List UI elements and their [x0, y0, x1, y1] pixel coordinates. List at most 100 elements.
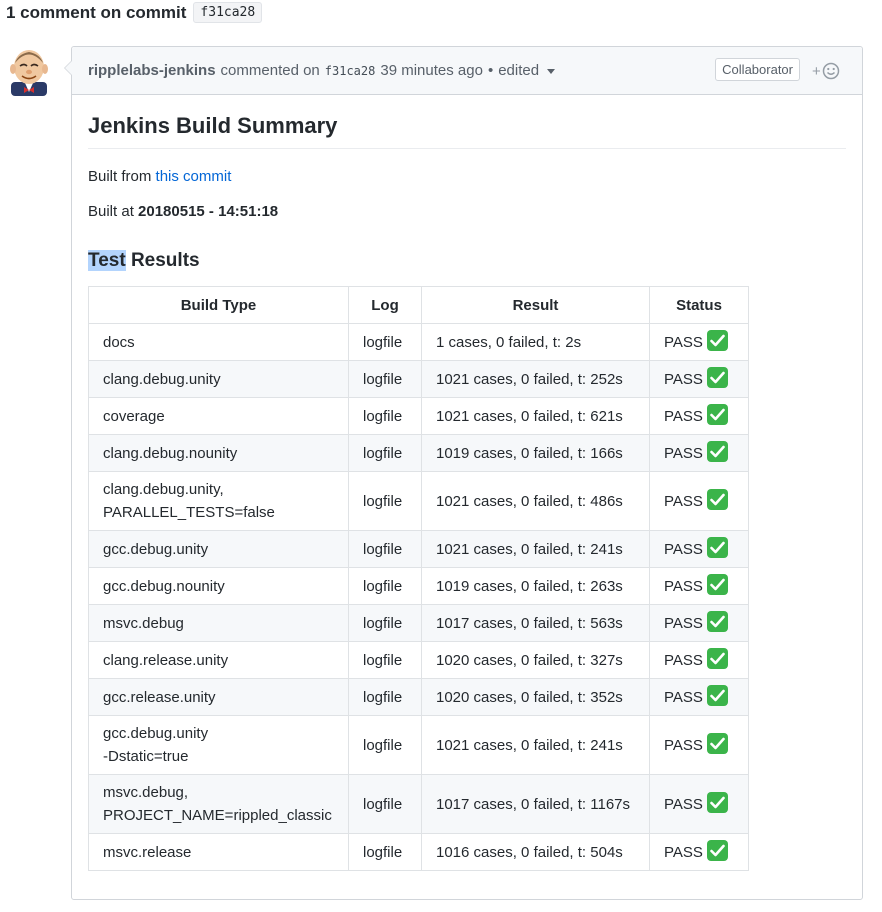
table-row: clang.debug.nounity logfile 1019 cases, 0 … — [88, 434, 749, 472]
built-at-value: 20180515 - 14:51:18 — [138, 203, 279, 220]
results-table: Build Type Log Result Status docs logfile… — [88, 286, 749, 871]
build-type-line: msvc.debug, — [103, 784, 189, 801]
comment-author-link[interactable]: ripplelabs-jenkins — [88, 62, 216, 79]
build-type-line: clang.release.unity — [103, 651, 229, 669]
comment-timestamp-link[interactable]: 39 minutes ago — [380, 62, 483, 79]
status-text: PASS — [664, 795, 703, 813]
page-heading: 1 comment on commit f31ca28 — [6, 2, 263, 23]
header-result: Result — [421, 286, 650, 324]
results-table-body: docs logfile 1 cases, 0 failed, t: 2s PASS c… — [88, 323, 749, 871]
build-type-line: gcc.debug.unity — [103, 540, 209, 558]
this-commit-link[interactable]: this commit — [156, 168, 232, 185]
comment-commit-sha-link[interactable]: f31ca28 — [325, 64, 376, 78]
result-cell: 1020 cases, 0 failed, t: 327s — [421, 641, 650, 679]
result-cell: 1017 cases, 0 failed, t: 563s — [421, 604, 650, 642]
logfile-link[interactable]: logfile — [348, 604, 422, 642]
status-cell: PASS — [649, 471, 749, 531]
table-row: gcc.debug.unity logfile 1021 cases, 0 fail… — [88, 530, 749, 568]
status-text: PASS — [664, 843, 703, 861]
logfile-link[interactable]: logfile — [348, 434, 422, 472]
result-cell: 1021 cases, 0 failed, t: 486s — [421, 471, 650, 531]
caret-down-icon — [547, 68, 556, 74]
build-type-line-2: PARALLEL_TESTS=false — [103, 504, 275, 521]
build-type-cell: msvc.release — [88, 833, 349, 871]
logfile-link[interactable]: logfile — [348, 715, 422, 775]
table-row: gcc.release.unity logfile 1020 cases, 0 fa… — [88, 678, 749, 716]
status-text: PASS — [664, 651, 703, 669]
check-mark-icon — [706, 441, 728, 463]
status-text: PASS — [664, 407, 703, 425]
build-type-cell: coverage — [88, 397, 349, 435]
logfile-link[interactable]: logfile — [348, 678, 422, 716]
build-type-line: clang.debug.unity, — [103, 481, 224, 498]
table-row: gcc.debug.unity -Dstatic=true logfile 1021 … — [88, 715, 749, 775]
build-type-line: gcc.release.unity — [103, 688, 216, 706]
logfile-link[interactable]: logfile — [348, 471, 422, 531]
logfile-link[interactable]: logfile — [348, 567, 422, 605]
commented-on-text: commented on — [220, 62, 320, 79]
status-text: PASS — [664, 540, 703, 558]
status-text: PASS — [664, 492, 703, 510]
test-results-title-highlight: Test — [88, 250, 126, 271]
check-mark-icon — [706, 840, 728, 862]
status-cell: PASS — [649, 567, 749, 605]
logfile-link[interactable]: logfile — [348, 323, 422, 361]
result-cell: 1021 cases, 0 failed, t: 241s — [421, 530, 650, 568]
table-row: coverage logfile 1021 cases, 0 failed, t: … — [88, 397, 749, 435]
status-text: PASS — [664, 614, 703, 632]
result-cell: 1019 cases, 0 failed, t: 166s — [421, 434, 650, 472]
result-cell: 1020 cases, 0 failed, t: 352s — [421, 678, 650, 716]
status-cell: PASS — [649, 833, 749, 871]
jenkins-avatar-icon[interactable] — [6, 46, 52, 96]
logfile-link[interactable]: logfile — [348, 833, 422, 871]
add-reaction-button[interactable]: + — [812, 60, 846, 82]
logfile-link[interactable]: logfile — [348, 774, 422, 834]
check-mark-icon — [706, 330, 728, 352]
comment-box: ripplelabs-jenkins commented on f31ca28 … — [64, 46, 863, 900]
result-cell: 1017 cases, 0 failed, t: 1167s — [421, 774, 650, 834]
build-type-line: docs — [103, 333, 135, 351]
build-type-cell: gcc.debug.unity — [88, 530, 349, 568]
check-mark-icon — [706, 648, 728, 670]
status-cell: PASS — [649, 715, 749, 775]
build-type-cell: msvc.debug — [88, 604, 349, 642]
build-type-cell: gcc.debug.nounity — [88, 567, 349, 605]
check-mark-icon — [706, 537, 728, 559]
build-type-cell: gcc.debug.unity -Dstatic=true — [88, 715, 349, 775]
logfile-link[interactable]: logfile — [348, 397, 422, 435]
table-row: msvc.release logfile 1016 cases, 0 failed,… — [88, 833, 749, 871]
status-text: PASS — [664, 736, 703, 754]
build-type-line: gcc.debug.nounity — [103, 577, 225, 595]
status-text: PASS — [664, 370, 703, 388]
built-from-prefix: Built from — [88, 168, 152, 185]
build-type-cell: docs — [88, 323, 349, 361]
edited-dropdown[interactable]: edited — [498, 62, 556, 79]
logfile-link[interactable]: logfile — [348, 530, 422, 568]
check-mark-icon — [706, 574, 728, 596]
check-mark-icon — [706, 792, 728, 814]
check-mark-icon — [706, 611, 728, 633]
commit-sha-badge[interactable]: f31ca28 — [193, 2, 263, 23]
build-type-cell: clang.debug.unity, PARALLEL_TESTS=false — [88, 471, 349, 531]
logfile-link[interactable]: logfile — [348, 360, 422, 398]
result-cell: 1016 cases, 0 failed, t: 504s — [421, 833, 650, 871]
result-cell: 1021 cases, 0 failed, t: 252s — [421, 360, 650, 398]
comment-body: Jenkins Build Summary Built from this co… — [72, 95, 862, 871]
header-build-type: Build Type — [88, 286, 349, 324]
status-text: PASS — [664, 577, 703, 595]
test-results-title-rest: Results — [130, 250, 200, 271]
logfile-link[interactable]: logfile — [348, 641, 422, 679]
status-text: PASS — [664, 333, 703, 351]
build-type-cell: gcc.release.unity — [88, 678, 349, 716]
status-cell: PASS — [649, 774, 749, 834]
status-cell: PASS — [649, 678, 749, 716]
table-row: gcc.debug.nounity logfile 1019 cases, 0 fa… — [88, 567, 749, 605]
build-type-line-2: PROJECT_NAME=rippled_classic — [103, 807, 332, 824]
summary-title: Jenkins Build Summary — [88, 95, 846, 149]
build-type-cell: clang.debug.nounity — [88, 434, 349, 472]
collaborator-badge: Collaborator — [715, 58, 800, 81]
plus-label: + — [812, 62, 821, 80]
check-mark-icon — [706, 733, 728, 755]
status-cell: PASS — [649, 641, 749, 679]
table-row: clang.debug.unity logfile 1021 cases, 0 fa… — [88, 360, 749, 398]
